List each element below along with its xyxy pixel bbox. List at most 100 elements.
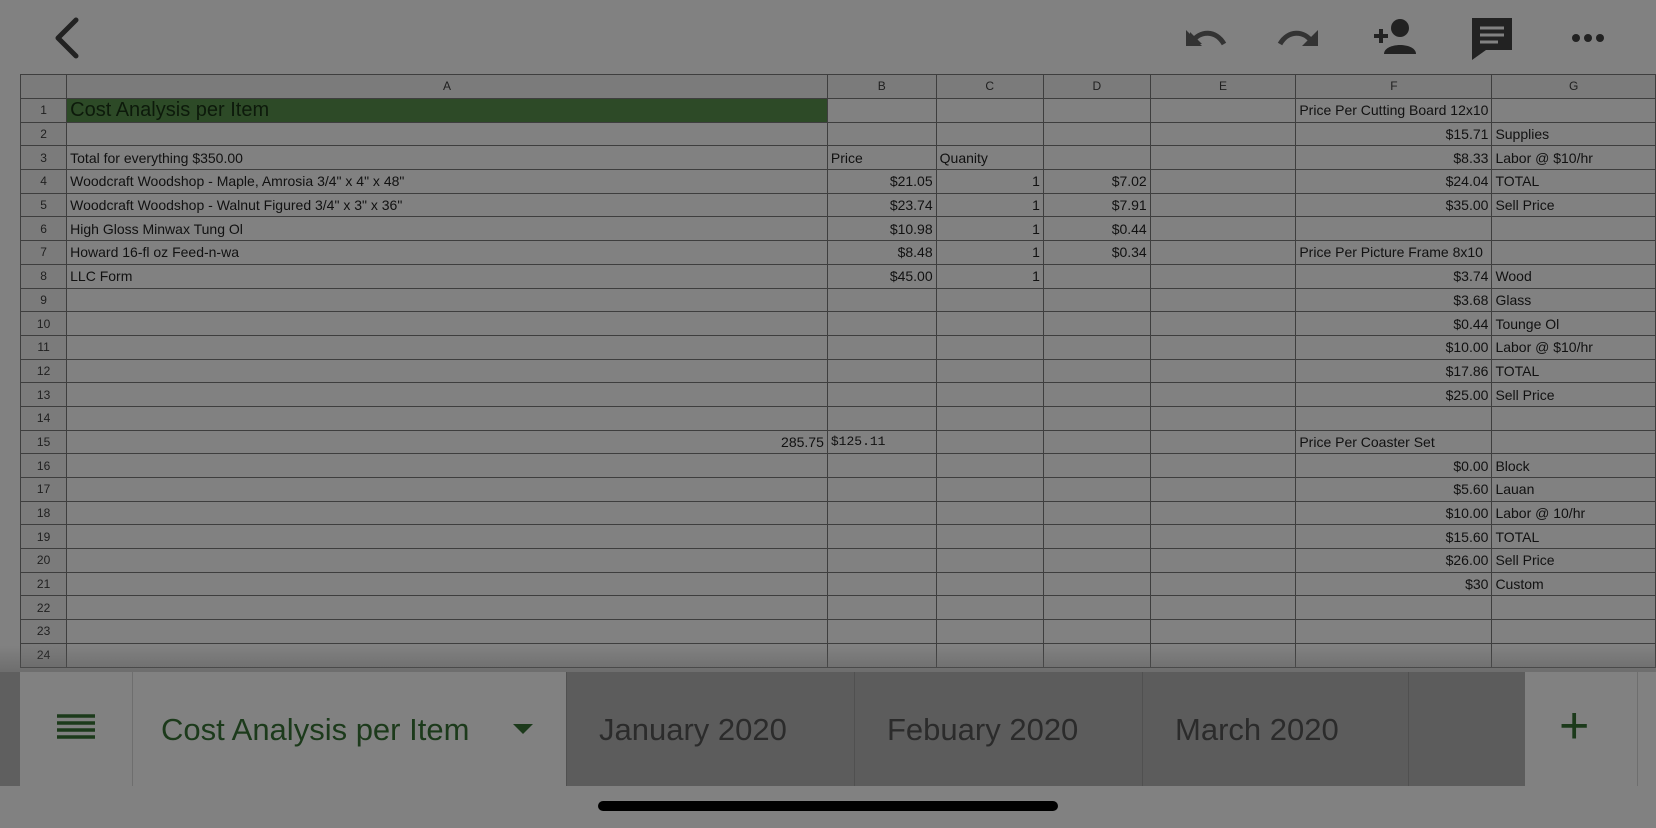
cell-e3[interactable] bbox=[1149, 145, 1297, 171]
row-header[interactable]: 7 bbox=[20, 240, 68, 265]
cell-a21[interactable] bbox=[66, 571, 828, 597]
cell-f22[interactable] bbox=[1295, 595, 1493, 621]
share-button[interactable] bbox=[1368, 10, 1424, 66]
cell-c1[interactable] bbox=[935, 97, 1044, 123]
cell-g12[interactable]: TOTAL bbox=[1491, 358, 1656, 384]
cell-b20[interactable] bbox=[826, 548, 937, 573]
cell-d3[interactable] bbox=[1042, 145, 1151, 171]
cell-g3[interactable]: Labor @ $10/hr bbox=[1491, 145, 1656, 171]
column-header[interactable]: E bbox=[1149, 74, 1297, 99]
cell-d2[interactable] bbox=[1042, 121, 1151, 147]
cell-e7[interactable] bbox=[1149, 240, 1297, 265]
column-header[interactable]: B bbox=[826, 74, 937, 99]
cell-g11[interactable]: Labor @ $10/hr bbox=[1491, 334, 1656, 360]
cell-a7[interactable]: Howard 16-fl oz Feed-n-wa bbox=[66, 240, 828, 265]
cell-e5[interactable] bbox=[1149, 192, 1297, 218]
cell-a11[interactable] bbox=[66, 334, 828, 360]
cell-d15[interactable] bbox=[1042, 429, 1151, 455]
row-header[interactable]: 6 bbox=[20, 216, 68, 242]
column-header[interactable]: C bbox=[935, 74, 1044, 99]
cell-c23[interactable] bbox=[935, 619, 1044, 644]
cell-a10[interactable] bbox=[66, 311, 828, 336]
cell-f3[interactable]: $8.33 bbox=[1295, 145, 1493, 171]
cell-b4[interactable]: $21.05 bbox=[826, 169, 937, 194]
cell-e24[interactable] bbox=[1149, 642, 1297, 668]
cell-b24[interactable] bbox=[826, 642, 937, 668]
cell-e4[interactable] bbox=[1149, 169, 1297, 194]
cell-e17[interactable] bbox=[1149, 477, 1297, 502]
select-all-corner[interactable] bbox=[20, 74, 68, 99]
cell-f18[interactable]: $10.00 bbox=[1295, 500, 1493, 526]
cell-e9[interactable] bbox=[1149, 287, 1297, 313]
row-header[interactable]: 14 bbox=[20, 405, 68, 431]
cell-a15[interactable]: 285.75 bbox=[66, 429, 828, 455]
cell-d5[interactable]: $7.91 bbox=[1042, 192, 1151, 218]
cell-d6[interactable]: $0.44 bbox=[1042, 216, 1151, 242]
cell-g13[interactable]: Sell Price bbox=[1491, 382, 1656, 407]
cell-a5[interactable]: Woodcraft Woodshop - Walnut Figured 3/4"… bbox=[66, 192, 828, 218]
row-header[interactable]: 17 bbox=[20, 477, 68, 502]
cell-e18[interactable] bbox=[1149, 500, 1297, 526]
cell-d7[interactable]: $0.34 bbox=[1042, 240, 1151, 265]
cell-c18[interactable] bbox=[935, 500, 1044, 526]
cell-g9[interactable]: Glass bbox=[1491, 287, 1656, 313]
row-header[interactable]: 12 bbox=[20, 358, 68, 384]
cell-e2[interactable] bbox=[1149, 121, 1297, 147]
cell-d1[interactable] bbox=[1042, 97, 1151, 123]
cell-f9[interactable]: $3.68 bbox=[1295, 287, 1493, 313]
cell-d19[interactable] bbox=[1042, 524, 1151, 550]
cell-g14[interactable] bbox=[1491, 405, 1656, 431]
cell-c4[interactable]: 1 bbox=[935, 169, 1044, 194]
cell-f11[interactable]: $10.00 bbox=[1295, 334, 1493, 360]
cell-d14[interactable] bbox=[1042, 405, 1151, 431]
row-header[interactable]: 16 bbox=[20, 453, 68, 478]
add-sheet-button[interactable]: + bbox=[1525, 672, 1637, 786]
home-indicator[interactable] bbox=[598, 801, 1058, 811]
column-header[interactable]: G bbox=[1491, 74, 1656, 99]
cell-g19[interactable]: TOTAL bbox=[1491, 524, 1656, 550]
cell-d10[interactable] bbox=[1042, 311, 1151, 336]
cell-c20[interactable] bbox=[935, 548, 1044, 573]
cell-c19[interactable] bbox=[935, 524, 1044, 550]
cell-c16[interactable] bbox=[935, 453, 1044, 478]
cell-c8[interactable]: 1 bbox=[935, 263, 1044, 289]
cell-c14[interactable] bbox=[935, 405, 1044, 431]
cell-f17[interactable]: $5.60 bbox=[1295, 477, 1493, 502]
cell-g20[interactable]: Sell Price bbox=[1491, 548, 1656, 573]
cell-e12[interactable] bbox=[1149, 358, 1297, 384]
cell-g16[interactable]: Block bbox=[1491, 453, 1656, 478]
cell-e16[interactable] bbox=[1149, 453, 1297, 478]
cell-c3[interactable]: Quanity bbox=[935, 145, 1044, 171]
redo-button[interactable] bbox=[1272, 10, 1328, 66]
cell-g5[interactable]: Sell Price bbox=[1491, 192, 1656, 218]
cell-b18[interactable] bbox=[826, 500, 937, 526]
cell-e22[interactable] bbox=[1149, 595, 1297, 621]
cell-d16[interactable] bbox=[1042, 453, 1151, 478]
cell-e6[interactable] bbox=[1149, 216, 1297, 242]
cell-b15[interactable]: $125.11 bbox=[826, 429, 937, 455]
all-sheets-button[interactable] bbox=[20, 672, 133, 786]
row-header[interactable]: 24 bbox=[20, 642, 68, 668]
cell-d11[interactable] bbox=[1042, 334, 1151, 360]
row-header[interactable]: 19 bbox=[20, 524, 68, 550]
cell-f23[interactable] bbox=[1295, 619, 1493, 644]
cell-d4[interactable]: $7.02 bbox=[1042, 169, 1151, 194]
cell-f19[interactable]: $15.60 bbox=[1295, 524, 1493, 550]
cell-a23[interactable] bbox=[66, 619, 828, 644]
cell-g15[interactable] bbox=[1491, 429, 1656, 455]
row-header[interactable]: 1 bbox=[20, 97, 68, 123]
cell-b6[interactable]: $10.98 bbox=[826, 216, 937, 242]
cell-b3[interactable]: Price bbox=[826, 145, 937, 171]
cell-f10[interactable]: $0.44 bbox=[1295, 311, 1493, 336]
cell-a20[interactable] bbox=[66, 548, 828, 573]
cell-c22[interactable] bbox=[935, 595, 1044, 621]
row-header[interactable]: 3 bbox=[20, 145, 68, 171]
cell-b16[interactable] bbox=[826, 453, 937, 478]
tab-cost-analysis-per-item[interactable]: Cost Analysis per Item bbox=[133, 672, 566, 786]
row-header[interactable]: 8 bbox=[20, 263, 68, 289]
row-header[interactable]: 23 bbox=[20, 619, 68, 644]
cell-e11[interactable] bbox=[1149, 334, 1297, 360]
cell-b11[interactable] bbox=[826, 334, 937, 360]
cell-b17[interactable] bbox=[826, 477, 937, 502]
cell-e19[interactable] bbox=[1149, 524, 1297, 550]
